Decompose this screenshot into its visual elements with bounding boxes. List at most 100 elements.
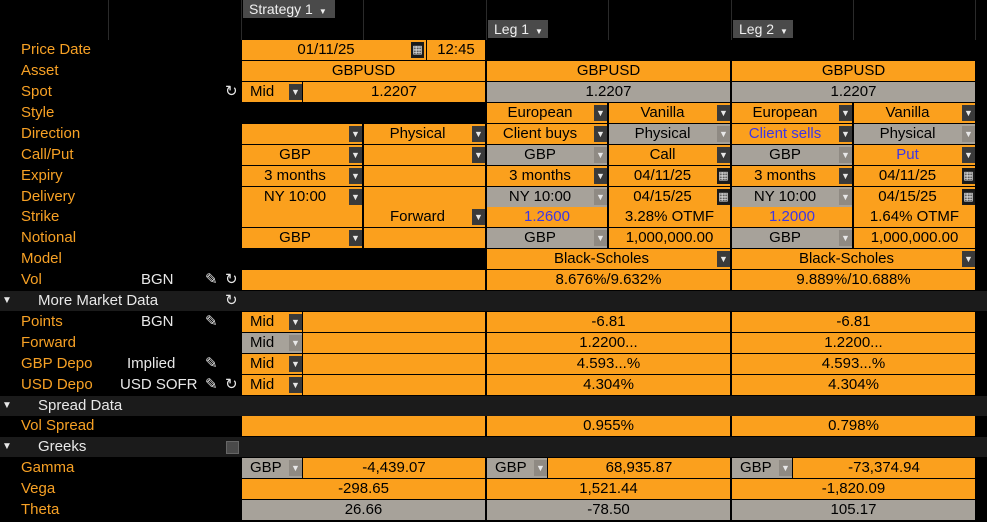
leg1-settlement-select[interactable]: Physical <box>609 124 730 144</box>
usd-depo-strategy[interactable] <box>303 375 485 395</box>
chevron-down-icon[interactable]: ▼ <box>289 314 302 330</box>
chevron-down-icon[interactable]: ▼ <box>839 189 852 205</box>
chevron-down-icon[interactable]: ▼ <box>472 126 485 142</box>
leg1-notional-amount[interactable]: 1,000,000.00 <box>609 228 730 248</box>
chevron-down-icon[interactable]: ▼ <box>594 230 607 246</box>
pencil-icon[interactable]: ✎ <box>205 354 218 374</box>
tab-leg-1[interactable]: Leg 1 ▼ <box>488 20 548 38</box>
chevron-down-icon[interactable]: ▼ <box>594 168 607 184</box>
notional-strategy-amount[interactable] <box>364 228 485 248</box>
calendar-icon[interactable]: ▦ <box>411 42 424 58</box>
leg1-usd-depo[interactable]: 4.304% <box>487 375 730 395</box>
chevron-down-icon[interactable]: ▼ <box>349 126 362 142</box>
leg2-callput-select[interactable]: Put <box>854 145 975 165</box>
chevron-down-icon[interactable]: ▼ <box>962 251 975 267</box>
chevron-down-icon[interactable]: ▼ <box>717 251 730 267</box>
chevron-down-icon[interactable]: ▼ <box>594 105 607 121</box>
leg2-usd-depo[interactable]: 4.304% <box>732 375 975 395</box>
checkbox[interactable] <box>226 441 239 454</box>
asset-leg1[interactable]: GBPUSD <box>487 61 730 81</box>
expiry-strategy-select[interactable]: 3 months <box>242 166 362 186</box>
spot-strategy[interactable]: 1.2207 <box>303 82 485 102</box>
leg2-style-select[interactable]: European <box>732 103 852 123</box>
leg1-expiry-tenor-select[interactable]: 3 months <box>487 166 607 186</box>
spot-leg2[interactable]: 1.2207 <box>732 82 975 102</box>
leg2-vol-spread[interactable]: 0.798% <box>732 416 975 436</box>
chevron-down-icon[interactable]: ▼ <box>962 147 975 163</box>
pencil-icon[interactable]: ✎ <box>205 312 218 332</box>
chevron-down-icon[interactable]: ▼ <box>839 230 852 246</box>
leg2-expiry-date[interactable]: 04/11/25 <box>854 166 975 186</box>
leg2-delivery-date[interactable]: 04/15/25 <box>854 187 975 207</box>
strike-strategy[interactable] <box>242 207 362 227</box>
leg1-vol[interactable]: 8.676%/9.632% <box>487 270 730 290</box>
refresh-icon[interactable]: ↻ <box>225 375 238 395</box>
chevron-down-icon[interactable]: ▼ <box>594 147 607 163</box>
refresh-icon[interactable]: ↻ <box>225 82 238 102</box>
vol-strategy[interactable] <box>242 270 485 290</box>
calendar-icon[interactable]: ▦ <box>962 189 975 205</box>
chevron-down-icon[interactable]: ▼ <box>289 356 302 372</box>
leg1-model-select[interactable]: Black-Scholes <box>487 249 730 269</box>
chevron-down-icon[interactable]: ▼ <box>289 84 302 100</box>
leg1-vol-spread[interactable]: 0.955% <box>487 416 730 436</box>
leg2-ccy-select[interactable]: GBP <box>732 145 852 165</box>
price-time-field[interactable]: 12:45 <box>427 40 485 60</box>
chevron-down-icon[interactable]: ▼ <box>839 126 852 142</box>
callput-strategy-select[interactable] <box>364 145 485 165</box>
price-date-field[interactable]: 01/11/25 <box>242 40 426 60</box>
leg1-type-select[interactable]: Vanilla <box>609 103 730 123</box>
chevron-down-icon[interactable]: ▼ <box>839 147 852 163</box>
leg2-expiry-tenor-select[interactable]: 3 months <box>732 166 852 186</box>
section-spread-data[interactable]: ▼ Spread Data <box>0 396 987 416</box>
chevron-down-icon[interactable]: ▼ <box>472 209 485 225</box>
leg1-direction-select[interactable]: Client buys <box>487 124 607 144</box>
notional-strategy-ccy-select[interactable]: GBP <box>242 228 362 248</box>
tab-leg-2[interactable]: Leg 2 ▼ <box>733 20 793 38</box>
chevron-down-icon[interactable]: ▼ <box>717 126 730 142</box>
leg1-callput-select[interactable]: Call <box>609 145 730 165</box>
chevron-down-icon[interactable]: ▼ <box>717 105 730 121</box>
chevron-down-icon[interactable]: ▼ <box>962 126 975 142</box>
leg2-model-select[interactable]: Black-Scholes <box>732 249 975 269</box>
refresh-icon[interactable]: ↻ <box>225 291 238 311</box>
leg1-expiry-date[interactable]: 04/11/25 <box>609 166 730 186</box>
leg1-gbp-depo[interactable]: 4.593...% <box>487 354 730 374</box>
leg1-cut-select[interactable]: NY 10:00 <box>487 187 607 207</box>
leg2-vol[interactable]: 9.889%/10.688% <box>732 270 975 290</box>
tab-strategy-1[interactable]: Strategy 1 ▼ <box>243 0 335 18</box>
chevron-down-icon[interactable]: ▼ <box>962 105 975 121</box>
points-strategy[interactable] <box>303 312 485 332</box>
chevron-down-icon[interactable]: ▼ <box>472 147 485 163</box>
leg1-notional-ccy-select[interactable]: GBP <box>487 228 607 248</box>
asset-leg2[interactable]: GBPUSD <box>732 61 975 81</box>
leg2-points[interactable]: -6.81 <box>732 312 975 332</box>
spot-leg1[interactable]: 1.2207 <box>487 82 730 102</box>
leg2-cut-select[interactable]: NY 10:00 <box>732 187 852 207</box>
leg1-delivery-date[interactable]: 04/15/25 <box>609 187 730 207</box>
chevron-down-icon[interactable]: ▼ <box>594 126 607 142</box>
section-greeks[interactable]: ▼ Greeks <box>0 437 987 457</box>
chevron-down-icon[interactable]: ▼ <box>289 335 302 351</box>
leg1-ccy-select[interactable]: GBP <box>487 145 607 165</box>
leg1-style-select[interactable]: European <box>487 103 607 123</box>
expiry-strategy-date[interactable] <box>364 166 485 186</box>
leg2-direction-select[interactable]: Client sells <box>732 124 852 144</box>
pencil-icon[interactable]: ✎ <box>205 375 218 395</box>
leg2-type-select[interactable]: Vanilla <box>854 103 975 123</box>
calendar-icon[interactable]: ▦ <box>717 168 730 184</box>
leg1-points[interactable]: -6.81 <box>487 312 730 332</box>
asset-strategy[interactable]: GBPUSD <box>242 61 485 81</box>
callput-strategy-ccy-select[interactable]: GBP <box>242 145 362 165</box>
chevron-down-icon[interactable]: ▼ <box>779 460 792 476</box>
gbp-depo-strategy[interactable] <box>303 354 485 374</box>
leg2-gbp-depo[interactable]: 4.593...% <box>732 354 975 374</box>
leg2-notional-ccy-select[interactable]: GBP <box>732 228 852 248</box>
chevron-down-icon[interactable]: ▼ <box>534 460 547 476</box>
refresh-icon[interactable]: ↻ <box>225 270 238 290</box>
calendar-icon[interactable]: ▦ <box>962 168 975 184</box>
calendar-icon[interactable]: ▦ <box>717 189 730 205</box>
chevron-down-icon[interactable]: ▼ <box>594 189 607 205</box>
leg2-forward[interactable]: 1.2200... <box>732 333 975 353</box>
chevron-down-icon[interactable]: ▼ <box>349 168 362 184</box>
